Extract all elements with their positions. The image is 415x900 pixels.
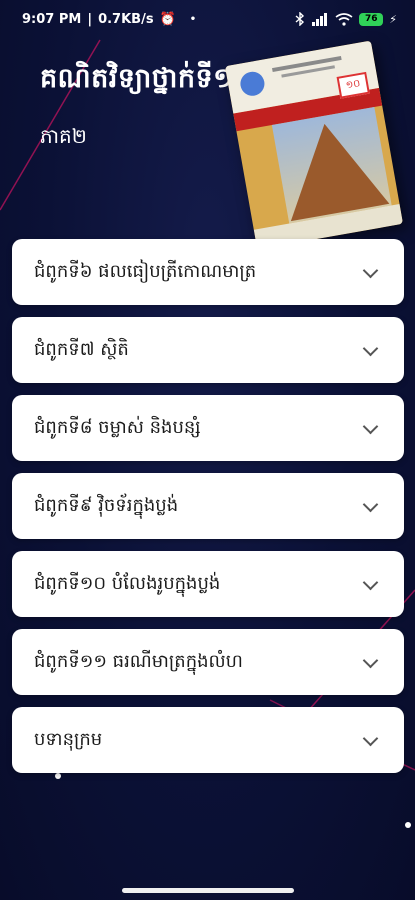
chapter-label: ជំពូកទី១១ ធរណីមាត្រក្នុងលំហ: [34, 650, 243, 672]
page-title: គណិតវិទ្យាថ្នាក់ទី១០: [40, 63, 254, 94]
glossary-label: បទានុក្រម: [34, 728, 103, 750]
chapter-label: ជំពូកទី១០ បំលែងរូបក្នុងប្លង់: [34, 572, 221, 594]
chapter-label: ជំពូកទី៨ ចម្លាស់ និងបន្សំ: [34, 416, 201, 438]
battery-icon: 76: [359, 12, 384, 26]
status-bar: 9:07 PM | 0.7KB/s ⏰ • 76 ⚡: [0, 0, 415, 38]
charging-icon: ⚡: [389, 12, 397, 26]
app-header: គណិតវិទ្យាថ្នាក់ទី១០ ភាគ២: [40, 62, 254, 153]
glossary-item[interactable]: បទានុក្រម: [12, 707, 404, 773]
chevron-down-icon[interactable]: [362, 418, 379, 434]
chevron-down-icon[interactable]: [362, 652, 379, 668]
home-indicator[interactable]: [122, 888, 294, 893]
book-cover-image: ១០: [224, 40, 404, 250]
chapter-list: ជំពូកទី៦ ផលធៀបត្រីកោណមាត្រ ជំពូកទី៧ ស្ថិ…: [12, 239, 404, 785]
chapter-label: ជំពូកទី៩ វ៉ិចទ័រក្នុងប្លង់: [34, 494, 179, 516]
chevron-down-icon[interactable]: [362, 340, 379, 356]
notification-dot: •: [189, 13, 197, 25]
chapter-item-6[interactable]: ជំពូកទី៦ ផលធៀបត្រីកោណមាត្រ: [12, 239, 404, 305]
chapter-item-9[interactable]: ជំពូកទី៩ វ៉ិចទ័រក្នុងប្លង់: [12, 473, 404, 539]
chevron-down-icon[interactable]: [362, 730, 379, 746]
status-separator: |: [87, 11, 93, 27]
status-time: 9:07 PM: [22, 11, 82, 27]
chapter-label: ជំពូកទី៦ ផលធៀបត្រីកោណមាត្រ: [34, 260, 257, 282]
chapter-item-10[interactable]: ជំពូកទី១០ បំលែងរូបក្នុងប្លង់: [12, 551, 404, 617]
page-subtitle: ភាគ២: [40, 124, 87, 148]
status-left: 9:07 PM | 0.7KB/s ⏰ •: [22, 12, 196, 27]
status-right: 76 ⚡: [295, 12, 397, 26]
bluetooth-icon: [295, 12, 305, 26]
chevron-down-icon[interactable]: [362, 574, 379, 590]
network-speed: 0.7KB/s: [98, 11, 154, 27]
alarm-icon: ⏰: [159, 11, 176, 27]
chevron-down-icon[interactable]: [362, 496, 379, 512]
chapter-item-8[interactable]: ជំពូកទី៨ ចម្លាស់ និងបន្សំ: [12, 395, 404, 461]
chapter-item-7[interactable]: ជំពូកទី៧ ស្ថិតិ: [12, 317, 404, 383]
wifi-icon: [335, 12, 353, 26]
chapter-item-11[interactable]: ជំពូកទី១១ ធរណីមាត្រក្នុងលំហ: [12, 629, 404, 695]
signal-icon: [312, 12, 328, 26]
ministry-seal: [238, 69, 267, 98]
chevron-down-icon[interactable]: [362, 262, 379, 278]
chapter-label: ជំពូកទី៧ ស្ថិតិ: [34, 338, 129, 360]
pyramid-image: [275, 115, 390, 222]
